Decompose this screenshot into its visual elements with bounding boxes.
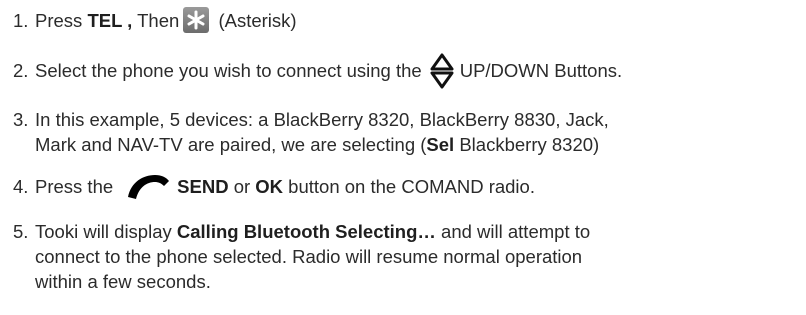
step-text: and will attempt to [435,221,591,242]
step-number: 3. [13,109,29,130]
step-2: 2. Select the phone you wish to connect u… [13,53,806,95]
step-5: 5. Tooki will display Calling Bluetooth S… [13,219,806,294]
calling-bluetooth-label: Calling Bluetooth Selecting… [176,221,436,242]
step-text: Press the [35,176,114,197]
step-number: 2. [13,60,29,81]
step-text: Mark and NAV-TV are paired, we are selec… [35,134,427,155]
step-number: 1. [13,10,29,31]
step-continuation: Mark and NAV-TV are paired, we are selec… [13,132,806,157]
step-text: or [228,176,256,197]
sel-label: Sel [426,134,455,155]
up-down-arrows-icon [430,53,454,95]
step-continuation: connect to the phone selected. Radio wil… [35,246,583,267]
step-1: 1. Press TEL , Then (Asterisk) [13,7,806,33]
asterisk-icon [183,7,210,33]
ok-label: OK [255,176,284,197]
step-text: Select the phone you wish to connect usi… [35,60,422,81]
send-label: SEND [177,176,229,197]
step-text: UP/DOWN Buttons. [459,60,623,81]
step-text: Tooki will display [35,221,177,242]
step-text: In this example, 5 devices: a BlackBerry… [35,109,609,130]
step-number: 5. [13,221,29,242]
tel-label: TEL , [87,10,133,31]
step-text: (Asterisk) [213,10,297,31]
step-number: 4. [13,176,29,197]
step-text: Press [35,10,88,31]
step-4: 4. Press the SEND or OK button on the COMA… [13,173,806,207]
step-text: Blackberry 8320) [454,134,600,155]
step-text: button on the COMAND radio. [283,176,535,197]
step-continuation: within a few seconds. [35,271,211,292]
phone-send-icon [125,173,171,207]
step-3: 3. In this example, 5 devices: a BlackBer… [13,107,806,157]
step-text: Then [132,10,180,31]
